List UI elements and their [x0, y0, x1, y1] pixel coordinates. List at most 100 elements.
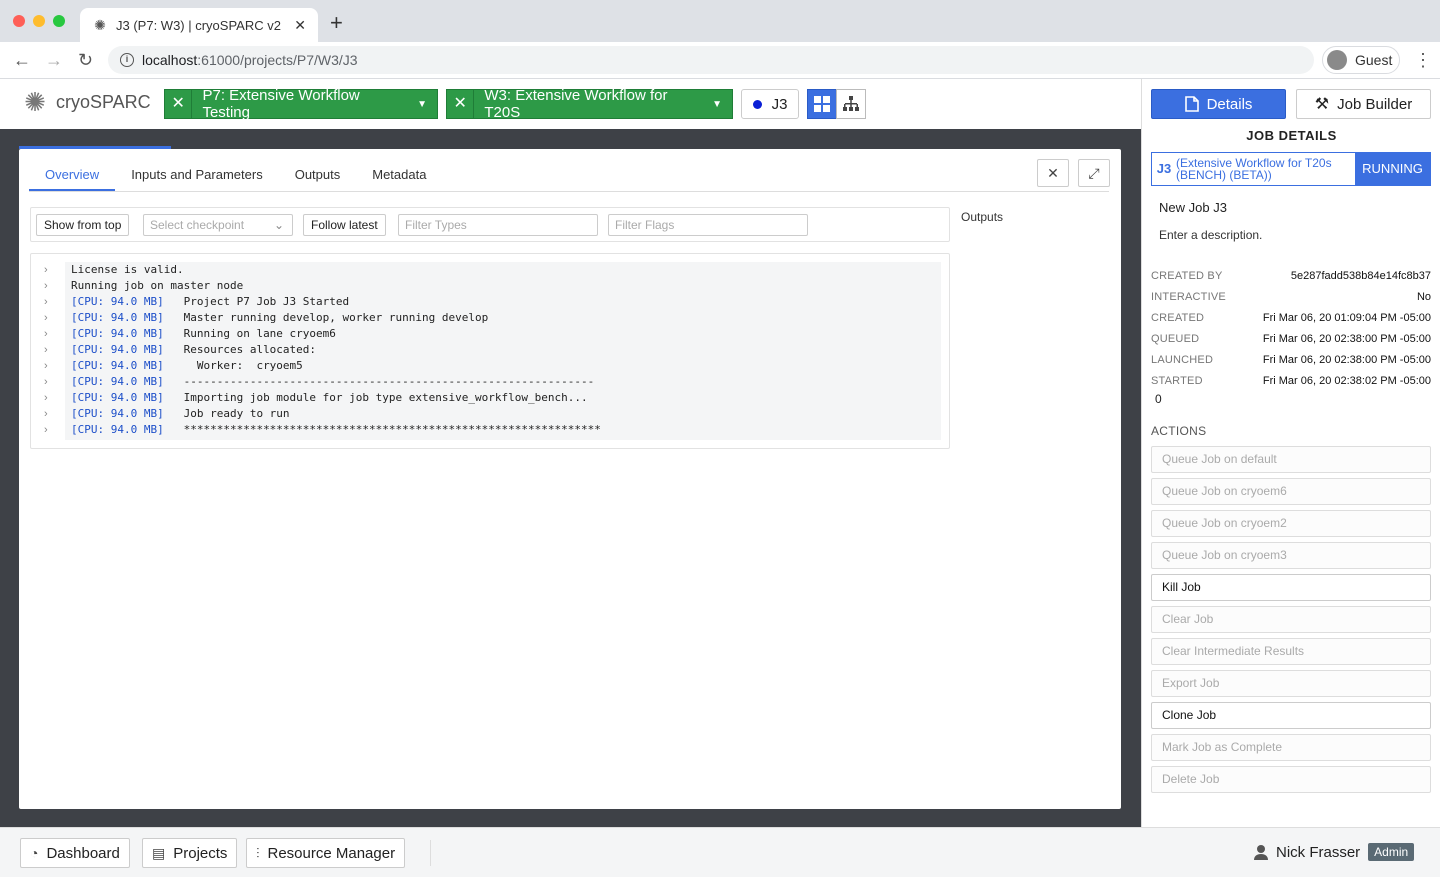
action-clear-job-button[interactable]: Clear Job	[1151, 606, 1431, 633]
job-builder-label: Job Builder	[1337, 95, 1413, 113]
action-queue-job-on-cryoem6-button[interactable]: Queue Job on cryoem6	[1151, 478, 1431, 505]
browser-tab-title: J3 (P7: W3) | cryoSPARC v2	[116, 17, 281, 33]
log-text: Project P7 Job J3 Started	[183, 295, 350, 308]
browser-tab[interactable]: ✺ J3 (P7: W3) | cryoSPARC v2 ✕	[80, 8, 318, 42]
filter-types-input[interactable]: Filter Types	[398, 214, 598, 236]
expand-log-chevron-icon[interactable]: ›	[44, 374, 48, 390]
new-tab-icon[interactable]: +	[330, 12, 343, 34]
job-description[interactable]: Enter a description.	[1159, 228, 1262, 242]
meta-row: QUEUED Fri Mar 06, 20 02:38:00 PM -05:00	[1151, 333, 1431, 353]
chevron-down-icon[interactable]: ▼	[712, 99, 722, 110]
close-project-icon[interactable]: ✕	[165, 90, 193, 118]
action-kill-job-button[interactable]: Kill Job	[1151, 574, 1431, 601]
filter-flags-input[interactable]: Filter Flags	[608, 214, 808, 236]
outputs-heading: Outputs	[961, 210, 1004, 224]
user-menu[interactable]: Nick Frasser Admin	[1253, 843, 1415, 861]
expand-log-chevron-icon[interactable]: ›	[44, 294, 48, 310]
dashboard-button[interactable]: ◔ Dashboard	[20, 838, 130, 868]
action-queue-job-on-cryoem3-button[interactable]: Queue Job on cryoem3	[1151, 542, 1431, 569]
meta-value: No	[1416, 291, 1431, 303]
job-breadcrumb[interactable]: J3	[741, 89, 799, 119]
actions-heading: ACTIONS	[1151, 424, 1207, 438]
action-delete-job-button[interactable]: Delete Job	[1151, 766, 1431, 793]
minimize-window-button[interactable]	[33, 15, 45, 27]
expand-log-chevron-icon[interactable]: ›	[44, 262, 48, 278]
action-clear-intermediate-results-button[interactable]: Clear Intermediate Results	[1151, 638, 1431, 665]
project-breadcrumb[interactable]: ✕ P7: Extensive Workflow Testing ▼	[164, 87, 438, 121]
log-text: Importing job module for job type extens…	[183, 391, 588, 404]
select-checkpoint-dropdown[interactable]: Select checkpoint ⌄	[143, 214, 293, 236]
job-builder-button[interactable]: ⚒ Job Builder	[1296, 89, 1431, 119]
log-cpu-prefix: [CPU: 94.0 MB]	[71, 343, 164, 356]
tab-inputs-and-parameters[interactable]: Inputs and Parameters	[115, 159, 279, 191]
profile-avatar-icon	[1327, 50, 1347, 70]
log-line: [CPU: 94.0 MB] *************************…	[71, 422, 601, 438]
follow-latest-button[interactable]: Follow latest	[303, 214, 386, 236]
grid-icon	[814, 96, 830, 112]
meta-value: Fri Mar 06, 20 02:38:02 PM -05:00	[1262, 375, 1431, 387]
close-icon: ✕	[1047, 165, 1059, 181]
expand-log-chevron-icon[interactable]: ›	[44, 390, 48, 406]
job-summary-bar: J3 (Extensive Workflow for T20s (BENCH) …	[1151, 152, 1431, 186]
close-tab-icon[interactable]: ✕	[294, 17, 306, 34]
meta-row: LAUNCHED Fri Mar 06, 20 02:38:00 PM -05:0…	[1151, 354, 1431, 374]
meta-row: STARTED Fri Mar 06, 20 02:38:02 PM -05:00	[1151, 375, 1431, 395]
expand-card-button[interactable]: ⤢	[1078, 159, 1110, 187]
job-id: J3	[1156, 161, 1172, 176]
profile-button[interactable]: Guest	[1322, 46, 1400, 74]
cryosparc-logo[interactable]: ✺ cryoSPARC	[20, 87, 151, 117]
maximize-window-button[interactable]	[53, 15, 65, 27]
projects-button[interactable]: ▤ Projects	[142, 838, 238, 868]
job-title[interactable]: New Job J3	[1159, 200, 1227, 215]
log-text: Master running develop, worker running d…	[183, 311, 489, 324]
expand-log-chevron-icon[interactable]: ›	[44, 358, 48, 374]
url-path: :61000/projects/P7/W3/J3	[197, 52, 358, 68]
reload-icon[interactable]: ↻	[78, 50, 93, 70]
close-window-button[interactable]	[13, 15, 25, 27]
resource-manager-button[interactable]: ⫶ Resource Manager	[246, 838, 406, 868]
expand-log-chevron-icon[interactable]: ›	[44, 342, 48, 358]
expand-log-chevron-icon[interactable]: ›	[44, 310, 48, 326]
action-queue-job-on-default-button[interactable]: Queue Job on default	[1151, 446, 1431, 473]
back-icon[interactable]: ←	[13, 50, 31, 70]
log-text: Running job on master node	[71, 279, 244, 292]
bottom-nav: ◔ Dashboard ▤ Projects ⫶ Resource Manage…	[0, 827, 1440, 877]
log-line: [CPU: 94.0 MB] Resources allocated:	[71, 342, 316, 358]
action-queue-job-on-cryoem2-button[interactable]: Queue Job on cryoem2	[1151, 510, 1431, 537]
meta-key: INTERACTIVE	[1151, 291, 1226, 303]
show-from-top-button[interactable]: Show from top	[36, 214, 130, 236]
meta-value: 5e287fadd538b84e14fc8b37	[1290, 270, 1431, 282]
address-bar[interactable]: i localhost:61000/projects/P7/W3/J3	[108, 46, 1314, 74]
job-tabs: Overview Inputs and Parameters Outputs M…	[29, 159, 1109, 192]
details-button[interactable]: Details	[1151, 89, 1286, 119]
expand-log-chevron-icon[interactable]: ›	[44, 422, 48, 438]
project-crumb-label: P7: Extensive Workflow Testing	[202, 87, 360, 121]
tree-view-button[interactable]	[836, 89, 866, 119]
card-view-button[interactable]	[807, 89, 837, 119]
card-accent	[19, 146, 171, 149]
expand-log-chevron-icon[interactable]: ›	[44, 278, 48, 294]
profile-label: Guest	[1355, 52, 1393, 68]
browser-menu-icon[interactable]: ⋮	[1414, 50, 1432, 71]
workspace-breadcrumb[interactable]: ✕ W3: Extensive Workflow for T20S ▼	[446, 87, 733, 121]
expand-log-chevron-icon[interactable]: ›	[44, 406, 48, 422]
action-clone-job-button[interactable]: Clone Job	[1151, 702, 1431, 729]
site-info-icon[interactable]: i	[120, 53, 134, 67]
log-line: [CPU: 94.0 MB] Job ready to run	[71, 406, 290, 422]
log-cpu-prefix: [CPU: 94.0 MB]	[71, 311, 164, 324]
close-workspace-icon[interactable]: ✕	[447, 90, 475, 118]
sitemap-icon	[843, 96, 859, 111]
tab-overview[interactable]: Overview	[29, 159, 116, 191]
expand-log-chevron-icon[interactable]: ›	[44, 326, 48, 342]
dashboard-icon: ◔	[30, 845, 39, 861]
browser-toolbar: ← → ↻ i localhost:61000/projects/P7/W3/J…	[0, 42, 1440, 79]
job-details-panel: Details ⚒ Job Builder JOB DETAILS J3 (Ex…	[1141, 79, 1440, 827]
tab-metadata[interactable]: Metadata	[356, 159, 442, 191]
chevron-down-icon: ⌄	[273, 218, 284, 232]
tab-outputs[interactable]: Outputs	[279, 159, 357, 191]
action-mark-job-as-complete-button[interactable]: Mark Job as Complete	[1151, 734, 1431, 761]
chevron-down-icon[interactable]: ▼	[417, 99, 427, 110]
forward-icon[interactable]: →	[45, 50, 63, 70]
action-export-job-button[interactable]: Export Job	[1151, 670, 1431, 697]
close-card-button[interactable]: ✕	[1037, 159, 1069, 187]
